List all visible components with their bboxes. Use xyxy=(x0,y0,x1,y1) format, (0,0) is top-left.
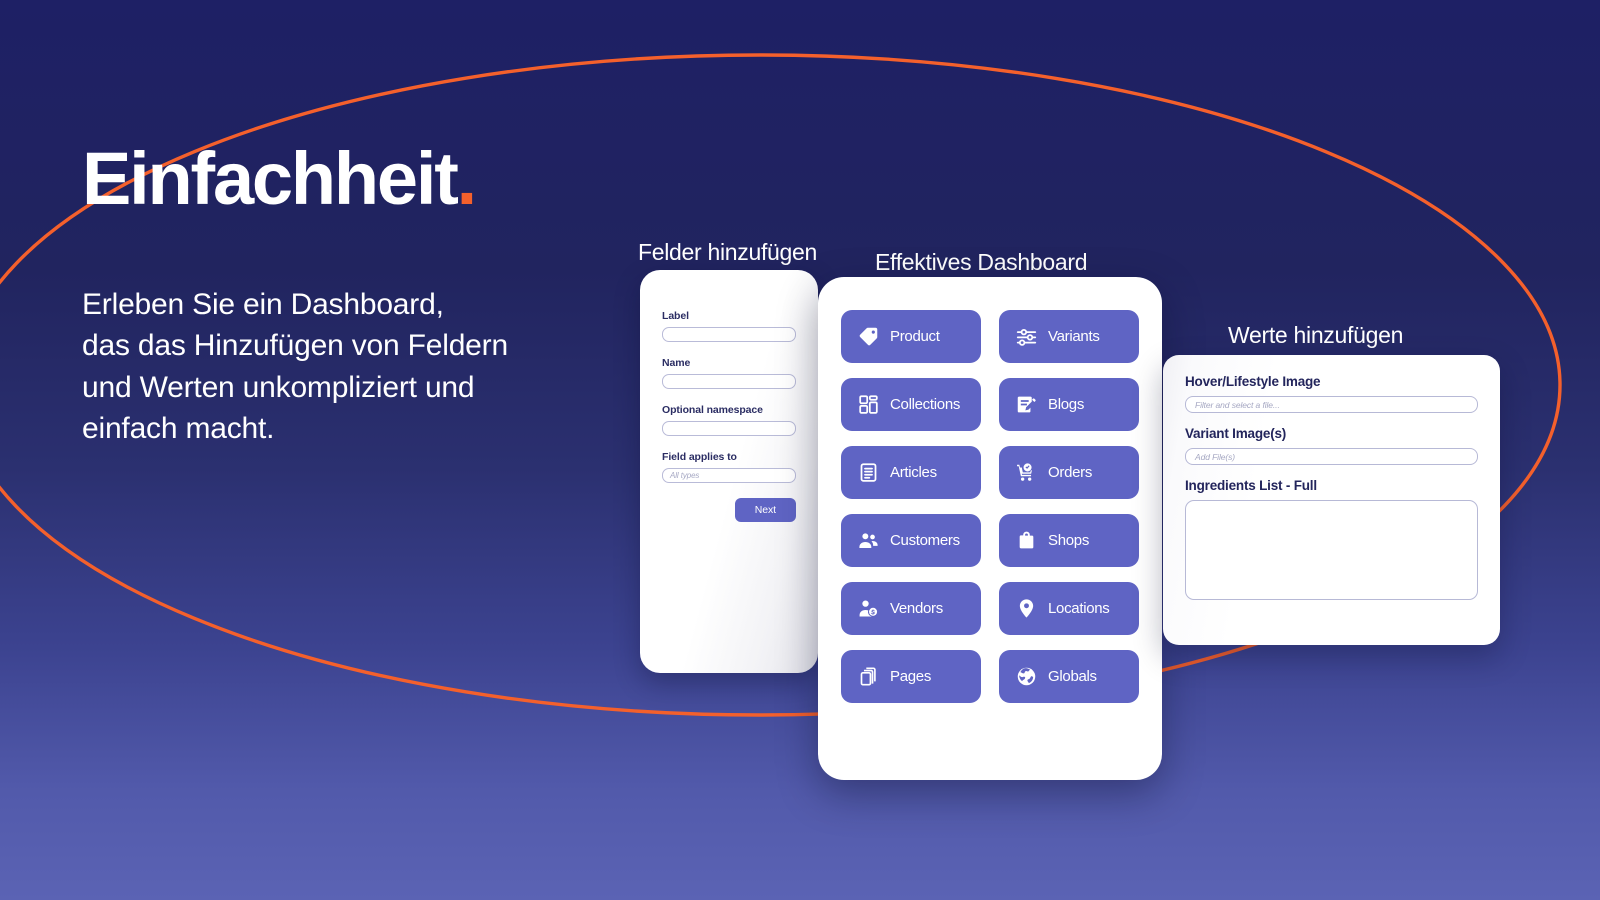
variant-images-input[interactable]: Add File(s) xyxy=(1185,448,1478,465)
values-field-label: Hover/Lifestyle Image xyxy=(1185,374,1321,389)
page-title-text: Einfachheit xyxy=(82,137,459,220)
tile-pages[interactable]: Pages xyxy=(841,650,981,703)
tile-shops[interactable]: Shops xyxy=(999,514,1139,567)
tile-label: Pages xyxy=(890,668,932,685)
tile-label: Blogs xyxy=(1048,396,1085,413)
ingredients-list-textarea[interactable] xyxy=(1185,500,1478,600)
shopping-bag-icon xyxy=(1019,531,1034,549)
values-field-variant-images: Variant Image(s) Add File(s) xyxy=(1185,426,1478,465)
variant-images-placeholder: Add File(s) xyxy=(1195,451,1235,462)
tile-label: Globals xyxy=(1048,668,1097,685)
values-field-ingredients: Ingredients List - Full xyxy=(1185,478,1478,600)
values-field-hover-image: Hover/Lifestyle Image Filter and select … xyxy=(1185,374,1478,413)
tile-blogs[interactable]: Blogs xyxy=(999,378,1139,431)
tile-label: Product xyxy=(890,328,940,345)
dashboard-tile-grid: Product Variants Collections Blogs Artic… xyxy=(818,277,1162,736)
tile-collections[interactable]: Collections xyxy=(841,378,981,431)
field-label-text: Label xyxy=(662,310,689,322)
hero-block: Einfachheit. Erleben Sie ein Dashboard, … xyxy=(82,142,702,450)
form-field-namespace: Optional namespace xyxy=(662,404,796,436)
tile-globals[interactable]: Globals xyxy=(999,650,1139,703)
tile-label: Vendors xyxy=(890,600,943,617)
tile-label: Collections xyxy=(890,396,961,413)
caption-values: Werte hinzufügen xyxy=(1228,322,1404,348)
form-field-applies-to: Field applies to All types xyxy=(662,451,796,483)
values-field-label: Variant Image(s) xyxy=(1185,426,1287,441)
tile-articles[interactable]: Articles xyxy=(841,446,981,499)
add-values-card: Hover/Lifestyle Image Filter and select … xyxy=(1163,355,1500,645)
grid-icon xyxy=(859,395,878,414)
values-field-label: Ingredients List - Full xyxy=(1185,478,1317,493)
map-pin-icon xyxy=(1019,599,1034,618)
tile-label: Orders xyxy=(1048,464,1093,481)
tag-icon xyxy=(859,327,878,346)
name-input[interactable] xyxy=(662,374,796,389)
field-label-text: Field applies to xyxy=(662,451,737,463)
tile-vendors[interactable]: Vendors xyxy=(841,582,981,635)
cart-check-icon xyxy=(1017,463,1033,481)
tile-variants[interactable]: Variants xyxy=(999,310,1139,363)
tile-orders[interactable]: Orders xyxy=(999,446,1139,499)
pages-stack-icon xyxy=(860,667,876,686)
applies-to-placeholder: All types xyxy=(670,471,700,480)
applies-to-select[interactable]: All types xyxy=(662,468,796,483)
add-fields-card: Label Name Optional namespace Field appl… xyxy=(640,270,818,673)
tile-label: Shops xyxy=(1048,532,1090,549)
hero-subtitle: Erleben Sie ein Dashboard, das das Hinzu… xyxy=(82,288,508,446)
people-icon xyxy=(859,533,878,549)
tile-label: Customers xyxy=(890,532,960,549)
hover-lifestyle-image-placeholder: Filter and select a file... xyxy=(1195,399,1280,410)
page-title: Einfachheit. xyxy=(82,142,702,216)
caption-fields: Felder hinzufügen xyxy=(638,239,818,265)
form-field-name: Name xyxy=(662,357,796,389)
tile-locations[interactable]: Locations xyxy=(999,582,1139,635)
person-badge-icon xyxy=(859,600,878,617)
field-label-text: Name xyxy=(662,357,691,369)
label-input[interactable] xyxy=(662,327,796,342)
globe-icon xyxy=(1017,667,1036,686)
document-lines-icon xyxy=(860,463,877,482)
field-label-text: Optional namespace xyxy=(662,404,763,416)
caption-dashboard: Effektives Dashboard xyxy=(875,249,1088,275)
next-button[interactable]: Next xyxy=(734,498,796,522)
tile-product[interactable]: Product xyxy=(841,310,981,363)
namespace-input[interactable] xyxy=(662,421,796,436)
tile-label: Articles xyxy=(890,464,937,481)
tile-label: Variants xyxy=(1048,328,1100,345)
blog-edit-icon xyxy=(1017,396,1036,413)
tile-customers[interactable]: Customers xyxy=(841,514,981,567)
form-field-label: Label xyxy=(662,310,796,342)
hover-lifestyle-image-input[interactable]: Filter and select a file... xyxy=(1185,396,1478,413)
sliders-icon xyxy=(1016,328,1037,346)
title-accent-dot: . xyxy=(456,137,478,220)
tile-label: Locations xyxy=(1048,600,1110,617)
dashboard-card: Product Variants Collections Blogs Artic… xyxy=(818,277,1162,780)
